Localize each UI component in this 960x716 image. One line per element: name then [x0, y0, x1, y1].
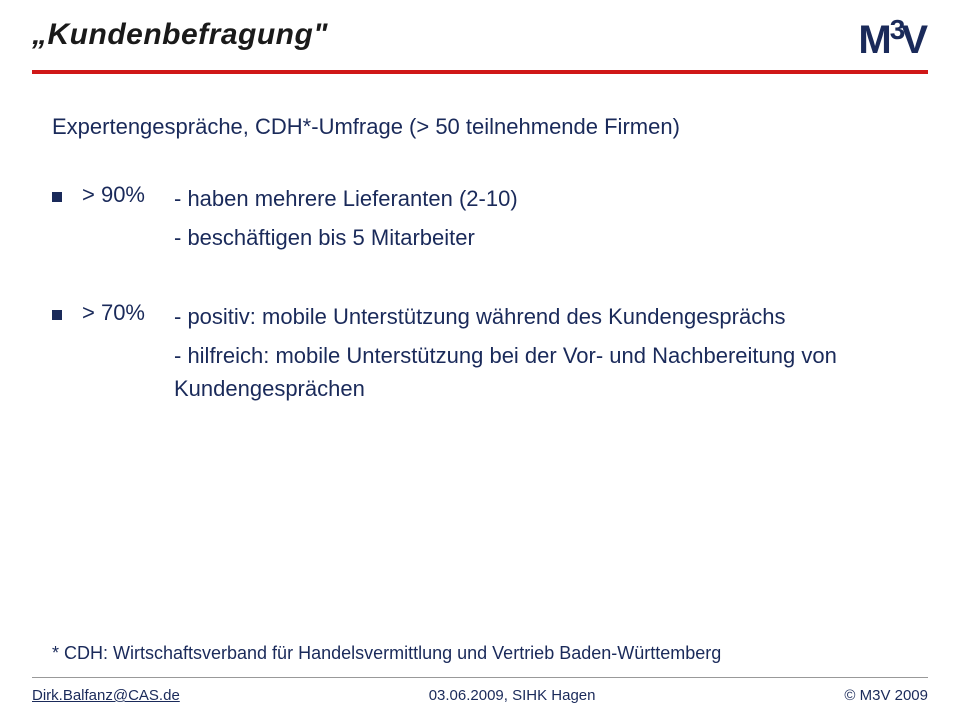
logo-number-3: 3 [890, 19, 906, 41]
bullet-description: - positiv: mobile Unterstützung während … [174, 300, 908, 411]
bullet-line: - hilfreich: mobile Unterstützung bei de… [174, 339, 908, 405]
slide-footer: Dirk.Balfanz@CAS.de 03.06.2009, SIHK Hag… [32, 687, 928, 704]
bullet-item: > 70% - positiv: mobile Unterstützung wä… [52, 300, 908, 411]
footer-divider [32, 677, 928, 678]
percentage-label: > 90% [82, 182, 174, 208]
bullet-line: - positiv: mobile Unterstützung während … [174, 300, 908, 333]
footnote: * CDH: Wirtschaftsverband für Handelsver… [52, 643, 721, 664]
logo-letter-v: V [901, 24, 928, 56]
bullet-description: - haben mehrere Lieferanten (2-10) - bes… [174, 182, 518, 260]
bullet-line: - haben mehrere Lieferanten (2-10) [174, 182, 518, 215]
slide: „Kundenbefragung" M3V Expertengespräche,… [0, 0, 960, 716]
footer-copyright: © M3V 2009 [844, 687, 928, 704]
content-subtitle: Expertengespräche, CDH*-Umfrage (> 50 te… [52, 114, 908, 140]
slide-content: Expertengespräche, CDH*-Umfrage (> 50 te… [0, 74, 960, 411]
slide-title: „Kundenbefragung" [32, 18, 328, 52]
logo-letter-m: M [858, 24, 891, 56]
percentage-label: > 70% [82, 300, 174, 326]
bullet-icon [52, 192, 62, 202]
bullet-item: > 90% - haben mehrere Lieferanten (2-10)… [52, 182, 908, 260]
footer-email-link[interactable]: Dirk.Balfanz@CAS.de [32, 687, 180, 704]
bullet-line: - beschäftigen bis 5 Mitarbeiter [174, 221, 518, 254]
slide-header: „Kundenbefragung" M3V [0, 0, 960, 56]
logo: M3V [858, 18, 928, 56]
footer-date-venue: 03.06.2009, SIHK Hagen [429, 687, 596, 704]
bullet-icon [52, 310, 62, 320]
